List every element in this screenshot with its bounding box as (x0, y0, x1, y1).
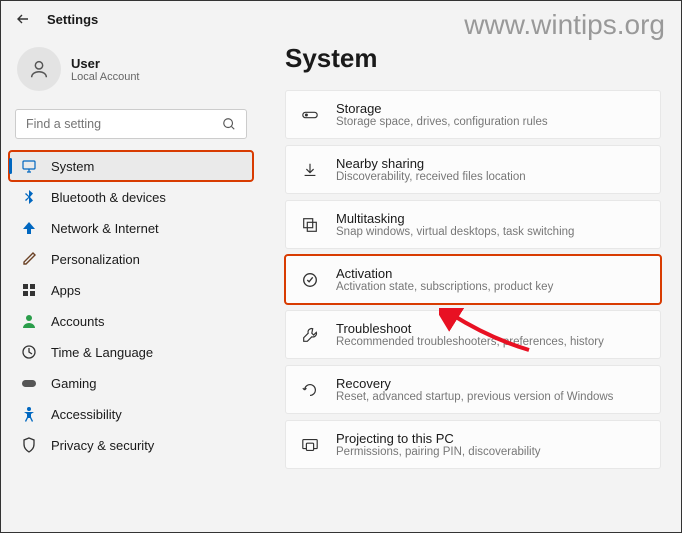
activation-icon (300, 270, 320, 290)
sidebar-item-privacy[interactable]: Privacy & security (9, 430, 253, 460)
user-block[interactable]: User Local Account (9, 43, 253, 105)
sidebar-item-label: Apps (51, 283, 81, 298)
personalization-icon (21, 251, 37, 267)
sidebar-item-bluetooth[interactable]: Bluetooth & devices (9, 182, 253, 212)
sidebar-item-label: Time & Language (51, 345, 153, 360)
page-title: System (285, 43, 661, 74)
nav-list: System Bluetooth & devices Network & Inter… (9, 151, 253, 460)
user-name: User (71, 56, 140, 71)
privacy-icon (21, 437, 37, 453)
time-icon (21, 344, 37, 360)
avatar (17, 47, 61, 91)
card-title: Recovery (336, 376, 613, 391)
sidebar-item-label: Personalization (51, 252, 140, 267)
sidebar-item-label: Accessibility (51, 407, 122, 422)
back-button[interactable] (15, 11, 31, 27)
card-recovery[interactable]: RecoveryReset, advanced startup, previou… (285, 365, 661, 414)
card-subtitle: Recommended troubleshooters, preferences… (336, 336, 604, 348)
card-subtitle: Discoverability, received files location (336, 171, 526, 183)
watermark-text: www.wintips.org (464, 9, 665, 41)
recovery-icon (300, 380, 320, 400)
card-multitasking[interactable]: MultitaskingSnap windows, virtual deskto… (285, 200, 661, 249)
sidebar-item-accounts[interactable]: Accounts (9, 306, 253, 336)
card-title: Storage (336, 101, 548, 116)
card-title: Troubleshoot (336, 321, 604, 336)
accessibility-icon (21, 406, 37, 422)
card-subtitle: Snap windows, virtual desktops, task swi… (336, 226, 574, 238)
main-panel: System StorageStorage space, drives, con… (261, 37, 681, 530)
sidebar-item-apps[interactable]: Apps (9, 275, 253, 305)
sidebar-item-personalization[interactable]: Personalization (9, 244, 253, 274)
card-subtitle: Reset, advanced startup, previous versio… (336, 391, 613, 403)
card-title: Multitasking (336, 211, 574, 226)
search-icon (222, 117, 236, 131)
sidebar-item-time[interactable]: Time & Language (9, 337, 253, 367)
sidebar-item-accessibility[interactable]: Accessibility (9, 399, 253, 429)
card-troubleshoot[interactable]: TroubleshootRecommended troubleshooters,… (285, 310, 661, 359)
accounts-icon (21, 313, 37, 329)
sidebar-item-label: Gaming (51, 376, 97, 391)
search-box[interactable] (15, 109, 247, 139)
user-account-type: Local Account (71, 71, 140, 83)
card-title: Activation (336, 266, 553, 281)
card-nearby[interactable]: Nearby sharingDiscoverability, received … (285, 145, 661, 194)
card-storage[interactable]: StorageStorage space, drives, configurat… (285, 90, 661, 139)
storage-icon (300, 105, 320, 125)
sidebar-item-label: Bluetooth & devices (51, 190, 166, 205)
card-title: Projecting to this PC (336, 431, 541, 446)
sidebar-item-label: Network & Internet (51, 221, 159, 236)
sidebar-item-label: System (51, 159, 94, 174)
system-icon (21, 158, 37, 174)
sidebar-item-gaming[interactable]: Gaming (9, 368, 253, 398)
multitasking-icon (300, 215, 320, 235)
card-projecting[interactable]: Projecting to this PCPermissions, pairin… (285, 420, 661, 469)
bluetooth-icon (21, 189, 37, 205)
sidebar-item-network[interactable]: Network & Internet (9, 213, 253, 243)
nearby-icon (300, 160, 320, 180)
card-subtitle: Permissions, pairing PIN, discoverabilit… (336, 446, 541, 458)
search-input[interactable] (26, 117, 222, 131)
card-list: StorageStorage space, drives, configurat… (285, 90, 661, 469)
sidebar-item-system[interactable]: System (9, 151, 253, 181)
troubleshoot-icon (300, 325, 320, 345)
card-subtitle: Activation state, subscriptions, product… (336, 281, 553, 293)
card-activation[interactable]: ActivationActivation state, subscription… (285, 255, 661, 304)
network-icon (21, 220, 37, 236)
sidebar: User Local Account System Bluetooth & dev… (1, 37, 261, 530)
card-title: Nearby sharing (336, 156, 526, 171)
header-title: Settings (47, 12, 98, 27)
apps-icon (21, 282, 37, 298)
gaming-icon (21, 375, 37, 391)
sidebar-item-label: Accounts (51, 314, 104, 329)
sidebar-item-label: Privacy & security (51, 438, 154, 453)
card-subtitle: Storage space, drives, configuration rul… (336, 116, 548, 128)
projecting-icon (300, 435, 320, 455)
